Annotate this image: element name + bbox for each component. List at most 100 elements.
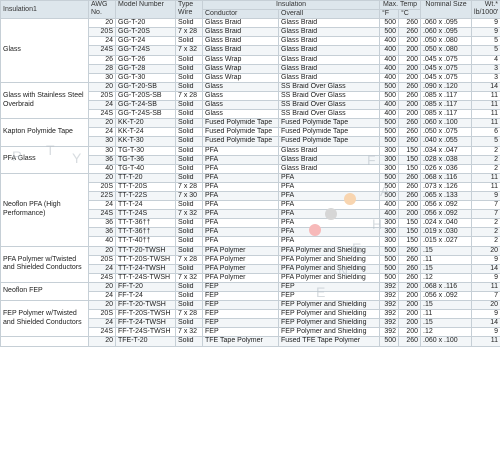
col-max-temp: Max. Temp (378, 0, 422, 11)
temp-c-cell: 150 (397, 236, 422, 247)
temp-f-cell: 400 (379, 36, 399, 47)
nominal-size-cell: .050 x .080 (420, 45, 473, 56)
type-wire-cell: Solid (175, 200, 203, 211)
temp-f-cell: 500 (379, 336, 399, 347)
type-wire-cell: Solid (175, 54, 203, 65)
awg-cell: 36 (88, 154, 116, 165)
weight-cell: 2 (471, 154, 500, 165)
weight-cell: 11 (471, 109, 500, 120)
overall-cell: PFA (278, 236, 380, 247)
model-cell: FF-T-24S-TWSH (115, 327, 176, 338)
nominal-size-cell: .056 x .092 (420, 209, 473, 220)
weight-cell: 11 (471, 181, 500, 192)
conductor-cell: FEP (202, 318, 279, 329)
type-wire-cell: Solid (175, 281, 203, 293)
type-wire-cell: Solid (175, 63, 203, 74)
overall-cell: Glass Braid (278, 145, 380, 156)
conductor-cell: Fused Polymide Tape (202, 118, 279, 129)
awg-cell: 24 (88, 290, 116, 302)
conductor-cell: TFE Tape Polymer (202, 336, 279, 347)
type-wire-cell: Solid (175, 318, 203, 329)
type-wire-cell: 7 x 28 (175, 90, 203, 102)
awg-cell: 24S (88, 109, 116, 120)
model-cell: TT-T-24-TWSH (115, 263, 176, 274)
temp-c-cell: 260 (397, 190, 422, 202)
awg-cell: 20S (88, 181, 116, 192)
awg-cell: 20 (88, 18, 116, 29)
weight-cell: 14 (471, 263, 500, 274)
temp-f-cell: 300 (379, 227, 399, 238)
model-cell: TG-T-40 (115, 163, 176, 174)
nominal-size-cell: .050 x .080 (420, 36, 473, 47)
temp-f-cell: 400 (379, 209, 399, 220)
overall-cell: PFA Polymer and Shielding (278, 272, 380, 283)
temp-f-cell: 300 (379, 218, 399, 229)
type-wire-cell: Solid (175, 227, 203, 238)
model-cell: TT-T-24 (115, 200, 176, 211)
model-cell: GG-T-26 (115, 54, 176, 65)
overall-cell: Glass Braid (278, 54, 380, 65)
conductor-cell: Glass (202, 90, 279, 102)
conductor-cell: PFA (202, 236, 279, 247)
overall-cell: SS Braid Over Glass (278, 90, 380, 102)
temp-c-cell: 260 (397, 172, 422, 183)
awg-cell: 24S (88, 327, 116, 338)
temp-c-cell: 260 (397, 118, 422, 129)
conductor-cell: Glass Wrap (202, 63, 279, 74)
weight-cell: 4 (471, 54, 500, 65)
nominal-size-cell: .12 (420, 272, 473, 283)
conductor-cell: PFA Polymer (202, 263, 279, 274)
awg-cell: 36 (88, 227, 116, 238)
conductor-cell: PFA (202, 172, 279, 183)
watermark-dot (309, 224, 321, 236)
nominal-size-cell: .11 (420, 254, 473, 265)
temp-c-cell: 200 (397, 300, 422, 311)
model-cell: TT-T-22S (115, 190, 176, 202)
col-f: °F (379, 9, 399, 20)
temp-f-cell: 300 (379, 154, 399, 165)
overall-cell: Glass Braid (278, 154, 380, 165)
temp-c-cell: 200 (397, 200, 422, 211)
overall-cell: PFA (278, 227, 380, 238)
overall-cell: PFA (278, 218, 380, 229)
model-cell: TT-T-20-TWSH (115, 245, 176, 256)
conductor-cell: FEP (202, 281, 279, 293)
conductor-cell: Glass Braid (202, 36, 279, 47)
conductor-cell: FEP (202, 327, 279, 338)
model-cell: GG-T-20-SB (115, 81, 176, 92)
table-row: Neoflon FEP 20 FF-T-20 Solid FEP FEP 392 200.06… (0, 281, 500, 302)
temp-f-cell: 400 (379, 45, 399, 56)
awg-cell: 40 (88, 236, 116, 247)
temp-c-cell: 200 (397, 72, 422, 83)
weight-cell: 11 (471, 90, 500, 102)
temp-c-cell: 260 (397, 272, 422, 283)
temp-f-cell: 392 (379, 300, 399, 311)
model-cell: GG-T-24S-SB (115, 109, 176, 120)
overall-cell: PFA (278, 190, 380, 202)
overall-cell: PFA Polymer and Shielding (278, 254, 380, 265)
conductor-cell: PFA (202, 145, 279, 156)
type-wire-cell: 7 x 32 (175, 327, 203, 338)
nominal-size-cell: .056 x .092 (420, 200, 473, 211)
temp-f-cell: 400 (379, 200, 399, 211)
nominal-size-cell: .15 (420, 300, 473, 311)
overall-cell: SS Braid Over Glass (278, 100, 380, 111)
temp-f-cell: 500 (379, 254, 399, 265)
weight-cell: 2 (471, 145, 500, 156)
table-row: 20 TFE-T-20 Solid TFE Tape Polymer Fused TFE… (0, 336, 500, 347)
conductor-cell: PFA (202, 163, 279, 174)
model-cell: FF-T-24 (115, 290, 176, 302)
nominal-size-cell: .085 x .117 (420, 90, 473, 102)
awg-cell: 20 (88, 81, 116, 92)
weight-cell: 9 (471, 272, 500, 283)
overall-cell: Fused TFE Tape Polymer (278, 336, 380, 347)
weight-cell: 11 (471, 100, 500, 111)
awg-cell: 20 (88, 245, 116, 256)
type-wire-cell: Solid (175, 109, 203, 120)
awg-cell: 20 (88, 118, 116, 129)
nominal-size-cell: .056 x .092 (420, 290, 473, 302)
type-wire-cell: Solid (175, 218, 203, 229)
table-body: Glass 20 GG-T-20 Solid Glass Braid Glass Brai… (0, 18, 500, 347)
type-wire-cell: Solid (175, 136, 203, 147)
nominal-size-cell: .050 x .075 (420, 127, 473, 138)
